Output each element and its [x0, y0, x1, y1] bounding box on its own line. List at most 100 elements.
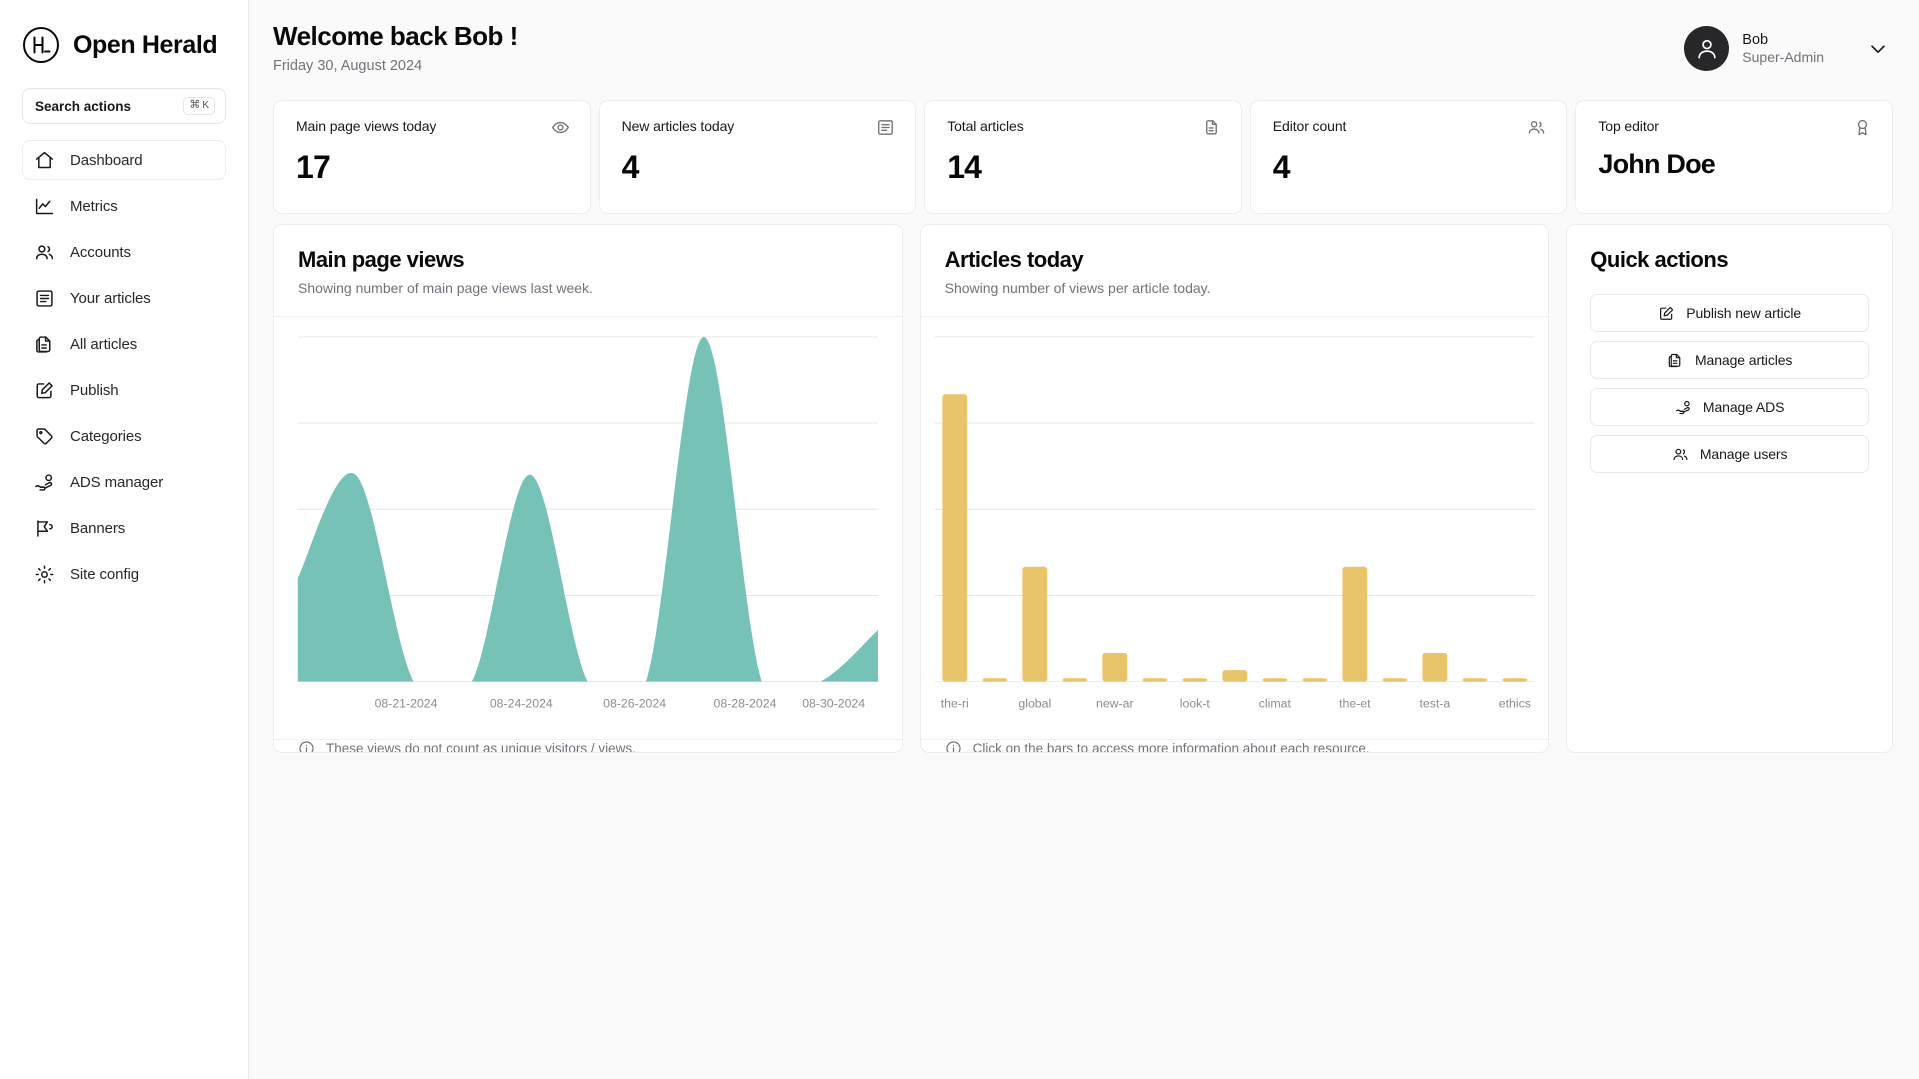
- panel-articles-today: Articles today Showing number of views p…: [919, 224, 1550, 753]
- sidebar-item-ads-manager[interactable]: ADS manager: [22, 462, 226, 502]
- sidebar-item-label: Categories: [70, 427, 142, 445]
- panel-subtitle: Showing number of views per article toda…: [944, 280, 1211, 296]
- hand-coin-icon: [1675, 399, 1692, 416]
- users-icon: [1527, 118, 1546, 137]
- stat-head: New articles today: [622, 118, 896, 137]
- search-actions-button[interactable]: Search actions ⌘ K: [22, 88, 226, 124]
- info-icon: [945, 740, 962, 752]
- panel-title: Main page views: [298, 247, 465, 272]
- stat-label: Editor count: [1272, 118, 1347, 134]
- svg-text:08-30-2024: 08-30-2024: [802, 696, 865, 710]
- stat-card-main-page-views: Main page views today 17: [273, 100, 591, 214]
- quick-actions-list: Publish new article Manage articles Mana…: [1590, 294, 1870, 473]
- svg-text:climat: climat: [1258, 696, 1291, 710]
- search-label: Search actions: [35, 98, 132, 114]
- publish-new-article-button[interactable]: Publish new article: [1590, 294, 1870, 332]
- users-icon: [34, 242, 55, 263]
- sidebar-item-metrics[interactable]: Metrics: [22, 186, 226, 226]
- info-icon: [298, 740, 315, 752]
- bar-chart[interactable]: the-ri global new-ar look-t climat the-et test…: [921, 325, 1549, 739]
- manage-ads-button[interactable]: Manage ADS: [1590, 388, 1870, 426]
- svg-text:the-et: the-et: [1339, 696, 1371, 710]
- user-role: Super-Admin: [1742, 48, 1824, 65]
- avatar: [1684, 26, 1730, 71]
- sidebar-item-label: Metrics: [70, 197, 118, 215]
- sidebar-item-label: Accounts: [70, 243, 131, 261]
- area-chart[interactable]: 08-21-2024 08-24-2024 08-26-2024 08-28-2024…: [274, 325, 902, 739]
- stat-label: New articles today: [621, 118, 735, 134]
- button-label: Manage ADS: [1702, 399, 1785, 415]
- svg-text:ethics: ethics: [1498, 696, 1530, 710]
- sidebar-item-categories[interactable]: Categories: [22, 416, 226, 456]
- stat-cards: Main page views today 17 New articles to…: [273, 100, 1893, 214]
- svg-text:the-ri: the-ri: [940, 696, 968, 710]
- chevron-down-icon[interactable]: [1867, 38, 1889, 60]
- stat-card-total-articles: Total articles 14: [924, 100, 1242, 214]
- svg-text:look-t: look-t: [1179, 696, 1210, 710]
- manage-articles-button[interactable]: Manage articles: [1590, 341, 1870, 379]
- stat-head: Top editor: [1598, 118, 1872, 137]
- footnote-text: Click on the bars to access more informa…: [972, 740, 1370, 753]
- stat-head: Total articles: [947, 118, 1221, 137]
- bar-chart-body: the-ri global new-ar look-t climat the-et test…: [921, 317, 1549, 739]
- panel-header: Main page views Showing number of main p…: [274, 225, 902, 317]
- stat-label: Total articles: [947, 118, 1024, 134]
- stat-label: Main page views today: [296, 118, 437, 134]
- svg-text:08-24-2024: 08-24-2024: [490, 696, 553, 710]
- panel-footnote: Click on the bars to access more informa…: [920, 738, 1549, 753]
- panel-main-page-views: Main page views Showing number of main p…: [273, 224, 903, 753]
- panel-quick-actions: Quick actions Publish new article Manage…: [1566, 224, 1894, 753]
- button-label: Publish new article: [1686, 305, 1802, 321]
- svg-text:08-28-2024: 08-28-2024: [714, 696, 777, 710]
- quick-actions-title: Quick actions: [1590, 247, 1729, 272]
- list-box-icon: [876, 118, 895, 137]
- svg-text:global: global: [1018, 696, 1051, 710]
- hand-coin-icon: [34, 472, 55, 493]
- svg-text:08-21-2024: 08-21-2024: [375, 696, 438, 710]
- panels-row: Main page views Showing number of main p…: [273, 224, 1894, 753]
- sidebar-item-dashboard[interactable]: Dashboard: [22, 140, 226, 180]
- svg-text:08-26-2024: 08-26-2024: [603, 696, 666, 710]
- user-menu[interactable]: Bob Super-Admin: [1684, 26, 1893, 71]
- sidebar-item-label: All articles: [70, 335, 138, 353]
- sidebar-item-your-articles[interactable]: Your articles: [22, 278, 226, 318]
- search-shortcut: ⌘ K: [183, 97, 215, 115]
- sidebar-item-publish[interactable]: Publish: [22, 370, 226, 410]
- sidebar-item-label: ADS manager: [70, 473, 164, 491]
- search-shortcut-mod: ⌘: [189, 99, 201, 111]
- stat-value: 4: [621, 149, 640, 185]
- search-shortcut-key: K: [202, 99, 209, 111]
- current-date: Friday 30, August 2024: [273, 57, 423, 74]
- edit-square-icon: [34, 380, 55, 401]
- stat-value: 4: [1272, 149, 1291, 185]
- stat-value: 14: [947, 149, 982, 185]
- eye-icon: [551, 118, 570, 137]
- tag-icon: [34, 426, 55, 447]
- stat-head: Main page views today: [296, 118, 570, 137]
- sidebar-item-site-config[interactable]: Site config: [22, 554, 226, 594]
- sidebar-item-label: Dashboard: [70, 151, 143, 169]
- page-title-block: Welcome back Bob ! Friday 30, August 202…: [273, 21, 518, 74]
- area-chart-body: 08-21-2024 08-24-2024 08-26-2024 08-28-2024…: [274, 317, 902, 739]
- megaphone-icon: [34, 518, 55, 539]
- manage-users-button[interactable]: Manage users: [1590, 435, 1870, 473]
- page-title: Welcome back Bob !: [273, 21, 518, 51]
- sidebar-nav: Dashboard Metrics Accounts Your articles: [22, 140, 226, 594]
- sidebar-item-label: Your articles: [70, 289, 151, 307]
- user-name: Bob: [1742, 31, 1769, 48]
- person-icon: [1698, 39, 1716, 59]
- footnote-text: These views do not count as unique visit…: [326, 740, 636, 753]
- button-label: Manage users: [1699, 446, 1788, 462]
- sidebar-item-all-articles[interactable]: All articles: [22, 324, 226, 364]
- sidebar-item-banners[interactable]: Banners: [22, 508, 226, 548]
- topbar: Welcome back Bob ! Friday 30, August 202…: [273, 21, 1893, 94]
- documents-icon: [34, 334, 55, 355]
- brand[interactable]: Open Herald: [22, 14, 226, 70]
- documents-icon: [1667, 352, 1684, 369]
- home-icon: [34, 150, 55, 171]
- sidebar-item-accounts[interactable]: Accounts: [22, 232, 226, 272]
- sidebar: Open Herald Search actions ⌘ K Dashboard…: [0, 0, 249, 1079]
- svg-text:test-a: test-a: [1419, 696, 1450, 710]
- panel-title: Articles today: [944, 247, 1084, 272]
- stat-label: Top editor: [1598, 118, 1659, 134]
